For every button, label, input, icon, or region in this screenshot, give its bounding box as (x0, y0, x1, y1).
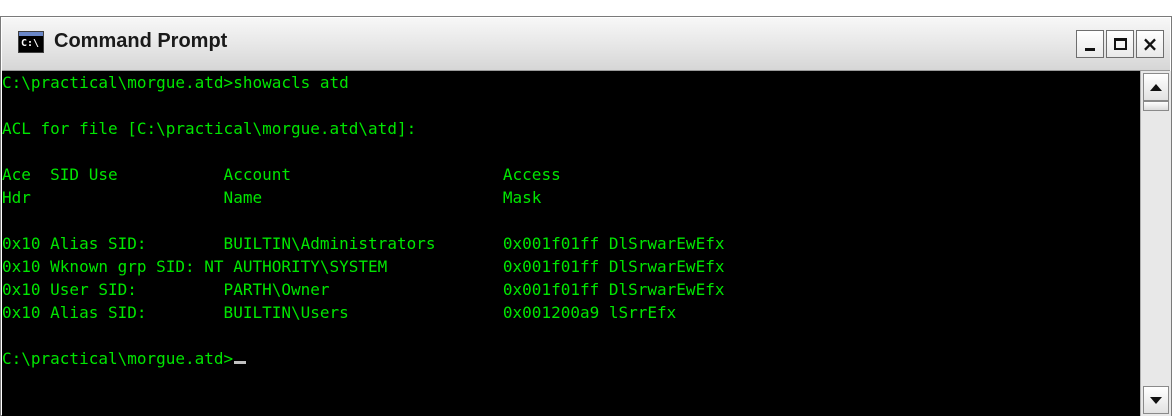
console-line-ace-row: 0x10 User SID: PARTH\Owner 0x001f01ff Dl… (2, 280, 725, 299)
console-output[interactable]: C:\practical\morgue.atd>showacls atd ACL … (2, 71, 1140, 416)
close-button[interactable]: × (1136, 30, 1164, 58)
scroll-down-button[interactable] (1143, 386, 1169, 414)
console-line-ace-row: 0x10 Wknown grp SID: NT AUTHORITY\SYSTEM… (2, 257, 725, 276)
console-line-prompt-command: C:\practical\morgue.atd>showacls atd (2, 73, 349, 92)
console-text: C:\practical\morgue.atd>showacls atd ACL … (2, 71, 724, 370)
console-line-blank (2, 209, 724, 232)
console-line-column-headers: Ace SID Use Account Access (2, 165, 561, 184)
console-line-column-subheaders: Hdr Name Mask (2, 188, 542, 207)
command-prompt-window: C:\ Command Prompt × C:\practical\morgue… (0, 16, 1172, 416)
console-line-ace-row: 0x10 Alias SID: BUILTIN\Users 0x001200a9… (2, 303, 677, 322)
minimize-icon (1085, 47, 1095, 51)
icon-titlebar-strip (19, 32, 43, 36)
console-line-blank (2, 140, 724, 163)
console-line-current-prompt[interactable]: C:\practical\morgue.atd> (2, 347, 724, 370)
console-line-acl-header: ACL for file [C:\practical\morgue.atd\at… (2, 119, 417, 138)
console-line-ace-row: 0x10 Alias SID: BUILTIN\Administrators 0… (2, 234, 725, 253)
minimize-button[interactable] (1076, 30, 1104, 58)
vertical-scrollbar[interactable] (1140, 71, 1171, 416)
scroll-up-button[interactable] (1143, 73, 1169, 101)
arrow-down-icon (1150, 396, 1162, 404)
maximize-icon (1113, 38, 1127, 50)
cmd-window-icon[interactable]: C:\ (18, 31, 44, 53)
text-cursor (234, 361, 247, 364)
window-title: Command Prompt (54, 30, 228, 52)
maximize-button[interactable] (1106, 30, 1134, 58)
close-icon: × (1141, 32, 1159, 56)
arrow-up-icon (1150, 83, 1162, 91)
icon-text: C:\ (21, 38, 40, 49)
console-line-blank (2, 94, 724, 117)
title-bar[interactable]: C:\ Command Prompt × (2, 18, 1170, 71)
scrollbar-thumb[interactable] (1143, 101, 1169, 111)
prompt-text: C:\practical\morgue.atd> (2, 349, 234, 368)
console-line-blank (2, 324, 724, 347)
